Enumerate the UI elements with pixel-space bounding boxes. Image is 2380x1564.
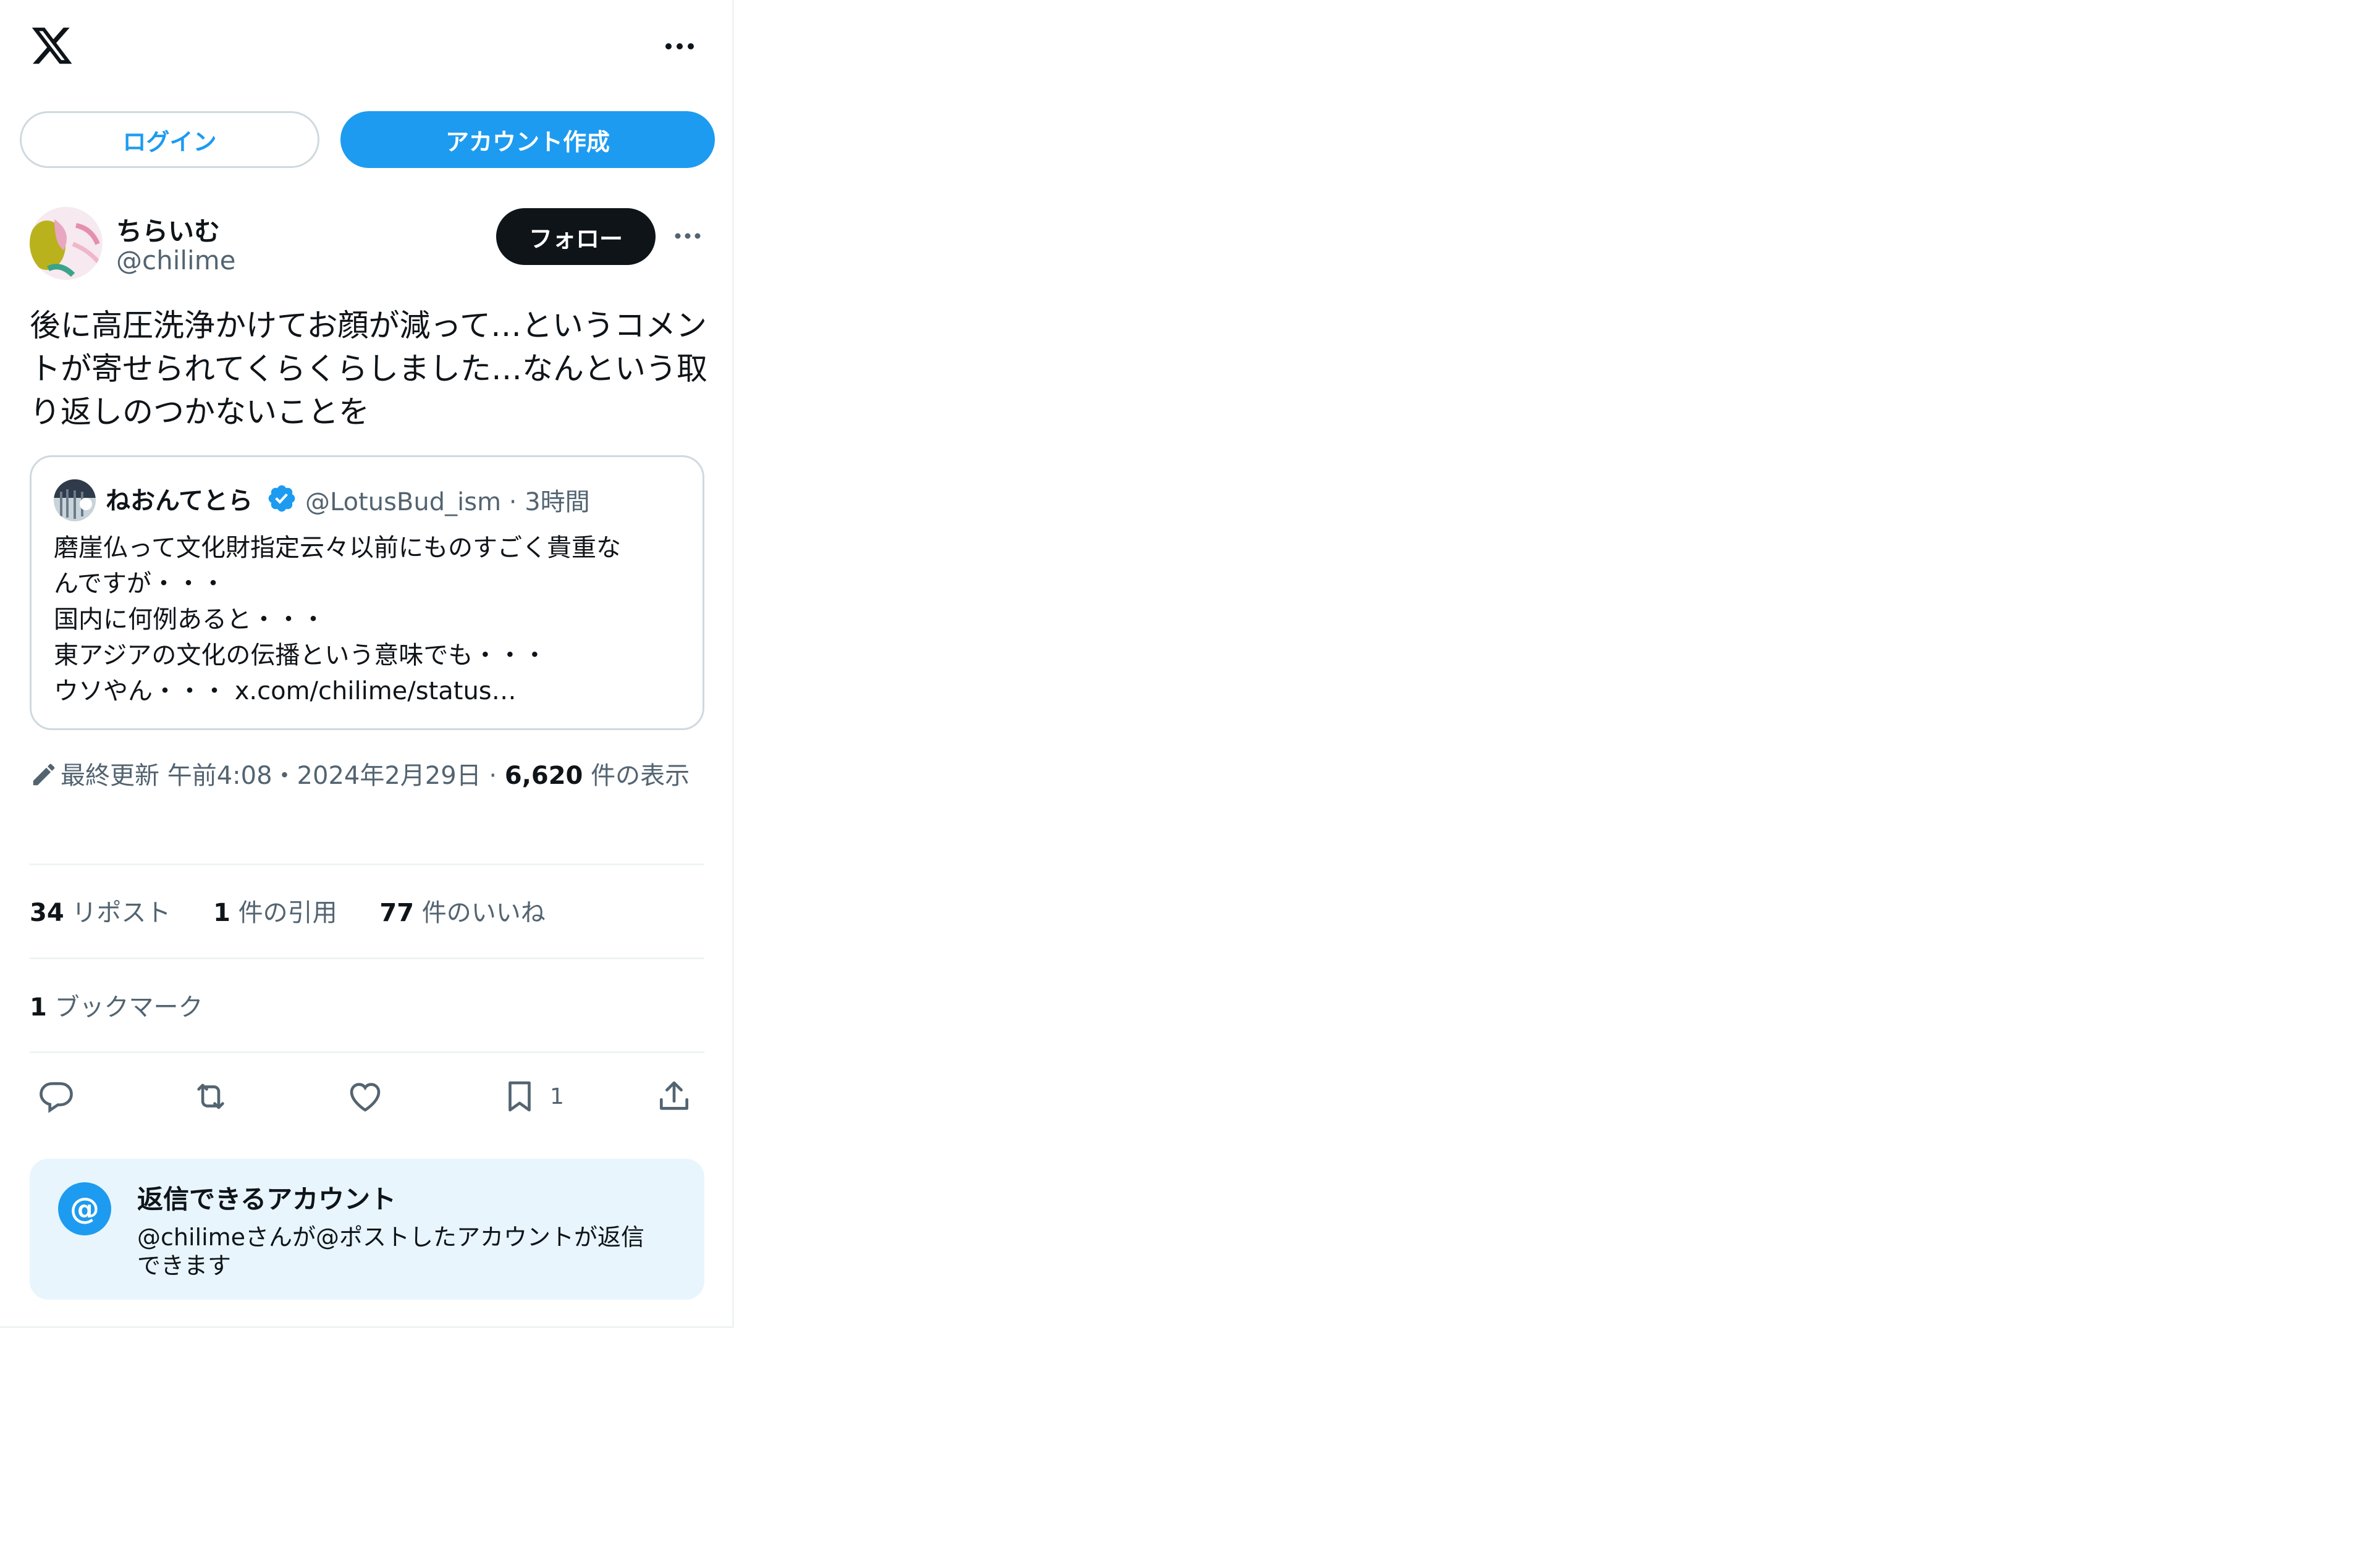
edit-pencil-icon bbox=[33, 763, 55, 786]
reposts-stat[interactable]: 34 リポスト bbox=[30, 899, 171, 927]
bookmark-icon bbox=[508, 1081, 531, 1112]
share-icon bbox=[660, 1081, 688, 1110]
bookmarks-stat: 1 ブックマーク bbox=[30, 987, 203, 1023]
repost-button[interactable] bbox=[192, 1072, 230, 1121]
verified-badge-icon bbox=[268, 485, 295, 512]
repost-icon bbox=[197, 1083, 224, 1109]
avatar[interactable] bbox=[30, 207, 103, 280]
quote-author-name: ねおんてとら bbox=[106, 487, 253, 515]
reply-restriction-description: @chilimeさんが@ポストしたアカウントが返信 できます bbox=[137, 1224, 645, 1279]
heart-icon bbox=[350, 1083, 381, 1112]
author-handle[interactable]: @chilime bbox=[116, 245, 235, 275]
quotes-stat[interactable]: 1 件の引用 bbox=[213, 899, 337, 927]
engagement-stats: 34 リポスト 1 件の引用 77 件のいいね bbox=[30, 893, 580, 928]
x-logo-icon[interactable] bbox=[30, 23, 74, 68]
reply-button[interactable] bbox=[37, 1072, 75, 1121]
signup-button[interactable]: アカウント作成 bbox=[340, 111, 715, 168]
meta-dot: · bbox=[489, 762, 497, 790]
bookmarks-count: 1 bbox=[30, 993, 47, 1022]
at-sign-icon: @ bbox=[58, 1182, 111, 1235]
quotes-label: 件の引用 bbox=[238, 899, 337, 927]
bookmarks-label: ブックマーク bbox=[54, 993, 203, 1022]
post-text: 後に高圧洗浄かけてお顔が減って…というコメン トが寄せられてくらくらしました…な… bbox=[30, 308, 707, 430]
like-button[interactable] bbox=[346, 1072, 384, 1121]
quote-handle-text: @LotusBud_ism bbox=[305, 488, 502, 516]
likes-count: 77 bbox=[379, 899, 415, 927]
reposts-count: 34 bbox=[30, 899, 64, 927]
top-bar bbox=[25, 19, 704, 74]
more-horizontal-icon[interactable] bbox=[672, 227, 703, 245]
bookmark-button[interactable]: 1 bbox=[500, 1072, 564, 1121]
edited-label[interactable]: 最終更新 bbox=[61, 762, 159, 790]
quoted-post[interactable]: ねおんてとら @LotusBud_ism · 3時間 磨崖仏って文化財指定云々以… bbox=[30, 455, 704, 730]
post-author: ちらいむ @chilime フォロー bbox=[30, 207, 709, 281]
quote-separator: · bbox=[508, 488, 517, 516]
quote-avatar bbox=[54, 479, 96, 521]
bookmark-count: 1 bbox=[550, 1083, 564, 1109]
quote-author-handle: @LotusBud_ism · 3時間 bbox=[305, 482, 590, 518]
reply-restriction-notice: @ 返信できるアカウント @chilimeさんが@ポストしたアカウントが返信 で… bbox=[30, 1159, 704, 1300]
divider bbox=[30, 1051, 704, 1053]
quotes-count: 1 bbox=[213, 899, 230, 927]
follow-button[interactable]: フォロー bbox=[496, 208, 656, 265]
likes-stat[interactable]: 77 件のいいね bbox=[379, 899, 545, 927]
post-meta: 最終更新 午前4:08・2024年2月29日 · 6,620 件の表示 bbox=[30, 757, 709, 795]
more-horizontal-icon[interactable] bbox=[661, 37, 698, 56]
reposts-label: リポスト bbox=[72, 899, 171, 927]
views-count: 6,620 bbox=[504, 762, 583, 790]
post-date[interactable]: 2024年2月29日 bbox=[297, 762, 481, 790]
views-label: 件の表示 bbox=[591, 762, 690, 790]
page: ログイン アカウント作成 ちらいむ @chilime フォロー 後に高圧洗浄かけ… bbox=[0, 0, 2380, 1564]
quote-text: 磨崖仏って文化財指定云々以前にものすごく貴重な んですが・・・ 国内に何例あると… bbox=[54, 534, 621, 705]
divider bbox=[30, 864, 704, 865]
share-button[interactable] bbox=[655, 1072, 693, 1121]
reply-restriction-title: 返信できるアカウント bbox=[137, 1184, 397, 1214]
quote-time: 3時間 bbox=[525, 488, 590, 516]
post-column: ログイン アカウント作成 ちらいむ @chilime フォロー 後に高圧洗浄かけ… bbox=[0, 0, 734, 1328]
divider bbox=[30, 957, 704, 959]
author-name[interactable]: ちらいむ bbox=[116, 211, 220, 248]
login-button[interactable]: ログイン bbox=[20, 111, 319, 168]
post-time[interactable]: 午前4:08 bbox=[167, 762, 272, 790]
auth-buttons: ログイン アカウント作成 bbox=[20, 111, 715, 170]
action-bar: 1 bbox=[30, 1072, 709, 1121]
likes-label: 件のいいね bbox=[421, 899, 546, 927]
reply-icon bbox=[40, 1082, 73, 1113]
